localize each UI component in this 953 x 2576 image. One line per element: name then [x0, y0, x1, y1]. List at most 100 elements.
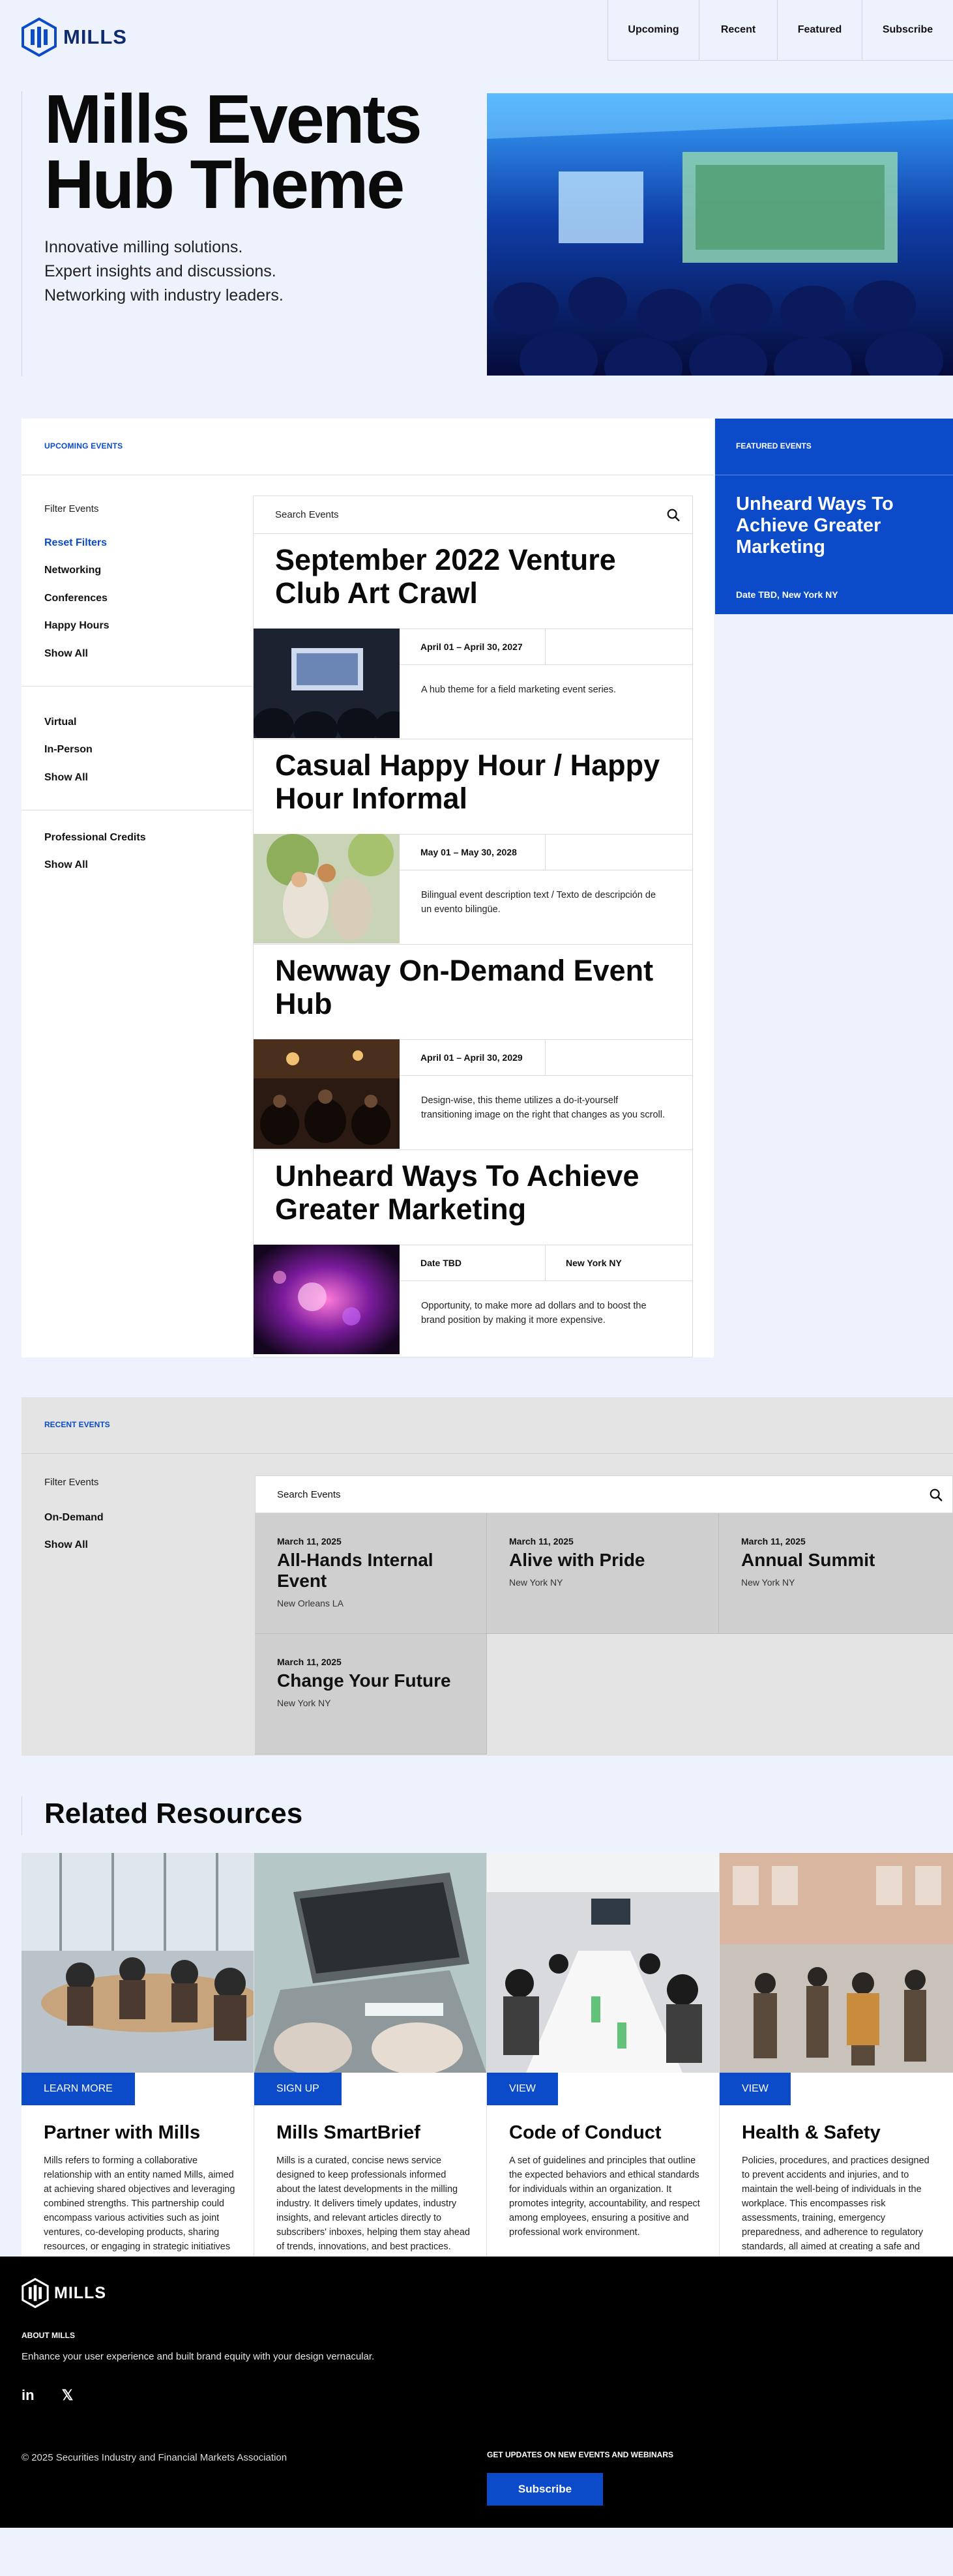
filter-virtual[interactable]: Virtual — [44, 717, 77, 728]
event-date: May 01 – May 30, 2028 — [420, 847, 517, 857]
event-date: Date TBD — [420, 1258, 462, 1268]
mills-logo-icon — [22, 18, 57, 57]
top-nav: Upcoming Recent Featured Subscribe — [608, 0, 953, 61]
learn-more-button[interactable]: LEARN MORE — [22, 2073, 135, 2105]
resource-image — [254, 1853, 486, 2073]
search-bar[interactable]: Search Events — [254, 496, 692, 534]
filter-networking[interactable]: Networking — [44, 565, 101, 576]
recent-label: RECENT EVENTS — [44, 1420, 110, 1429]
card-location: New Orleans LA — [277, 1598, 344, 1608]
filter-show-all[interactable]: Show All — [44, 859, 88, 871]
recent-event-card[interactable]: March 11, 2025 Change Your Future New Yo… — [255, 1634, 487, 1754]
card-title[interactable]: Change Your Future — [277, 1670, 473, 1691]
featured-title[interactable]: Unheard Ways To Achieve Greater Marketin… — [736, 494, 938, 558]
social-links: in 𝕏 — [22, 2387, 73, 2404]
divider — [545, 1245, 546, 1281]
upcoming-label: UPCOMING EVENTS — [44, 441, 123, 451]
filter-in-person[interactable]: In-Person — [44, 744, 93, 756]
upcoming-event-list: Search Events September 2022 Venture Clu… — [253, 496, 693, 1357]
card-title[interactable]: Annual Summit — [741, 1550, 937, 1571]
search-icon[interactable] — [929, 1488, 943, 1502]
nav-subscribe[interactable]: Subscribe — [862, 0, 953, 61]
recent-event-card[interactable]: March 11, 2025 Alive with Pride New York… — [487, 1513, 719, 1634]
event-image — [254, 629, 400, 738]
card-title[interactable]: Alive with Pride — [509, 1550, 705, 1571]
card-date: March 11, 2025 — [277, 1657, 342, 1667]
resource-title[interactable]: Mills SmartBrief — [276, 2122, 420, 2144]
event-item[interactable]: Casual Happy Hour / Happy Hour Informal … — [254, 739, 692, 945]
logo[interactable]: MILLS — [22, 18, 127, 57]
resource-title[interactable]: Code of Conduct — [509, 2122, 662, 2144]
view-button[interactable]: VIEW — [487, 2073, 558, 2105]
card-date: March 11, 2025 — [277, 1536, 342, 1547]
footer-tagline: Enhance your user experience and built b… — [22, 2351, 375, 2362]
recent-event-card[interactable]: March 11, 2025 Annual Summit New York NY — [719, 1513, 953, 1634]
upcoming-events: UPCOMING EVENTS FEATURED EVENTS Unheard … — [0, 419, 953, 1397]
divider — [545, 629, 546, 664]
hero-title-line2: Hub Theme — [44, 146, 405, 223]
divider — [22, 686, 252, 687]
filter-show-all[interactable]: Show All — [44, 648, 88, 660]
search-icon[interactable] — [666, 508, 681, 522]
featured-label: FEATURED EVENTS — [736, 441, 812, 451]
view-button[interactable]: VIEW — [720, 2073, 791, 2105]
event-location: New York NY — [566, 1258, 622, 1268]
event-description: A hub theme for a field marketing event … — [421, 685, 617, 695]
event-item[interactable]: Newway On-Demand Event Hub April 01 – Ap… — [254, 945, 692, 1150]
filter-on-demand[interactable]: On-Demand — [44, 1512, 104, 1524]
resource-title[interactable]: Health & Safety — [742, 2122, 881, 2144]
filter-happy-hours[interactable]: Happy Hours — [44, 620, 110, 632]
nav-featured[interactable]: Featured — [777, 0, 862, 61]
resource-card: VIEW Health & Safety Policies, procedure… — [720, 1853, 953, 2266]
resource-text: Policies, procedures, and practices desi… — [742, 2155, 930, 2266]
resource-title[interactable]: Partner with Mills — [44, 2122, 200, 2144]
hero-line: Innovative milling solutions. — [44, 238, 243, 256]
resource-card: SIGN UP Mills SmartBrief Mills is a cura… — [254, 1853, 487, 2257]
search-input[interactable]: Search Events — [275, 509, 339, 520]
event-title[interactable]: Newway On-Demand Event Hub — [275, 954, 673, 1020]
about-label: ABOUT MILLS — [22, 2331, 75, 2340]
recent-event-grid: Search Events March 11, 2025 All-Hands I… — [255, 1475, 953, 1756]
event-dates: April 01 – April 30, 2027 — [400, 629, 692, 665]
event-item[interactable]: Unheard Ways To Achieve Greater Marketin… — [254, 1150, 692, 1355]
event-date: April 01 – April 30, 2029 — [420, 1052, 523, 1063]
event-title[interactable]: Unheard Ways To Achieve Greater Marketin… — [275, 1159, 673, 1226]
copyright: © 2025 Securities Industry and Financial… — [22, 2452, 287, 2463]
site-header: MILLS Upcoming Recent Featured Subscribe — [0, 0, 953, 61]
footer-logo[interactable]: MILLS — [22, 2278, 106, 2308]
subscribe-button[interactable]: Subscribe — [487, 2473, 603, 2506]
resource-image — [487, 1853, 719, 2073]
logo-wordmark: MILLS — [63, 25, 127, 48]
search-input[interactable]: Search Events — [277, 1489, 341, 1500]
sign-up-button[interactable]: SIGN UP — [254, 2073, 342, 2105]
featured-meta: Date TBD, New York NY — [736, 589, 838, 600]
event-title[interactable]: Casual Happy Hour / Happy Hour Informal — [275, 748, 673, 815]
hero-image — [487, 93, 953, 376]
recent-event-card[interactable]: March 11, 2025 All-Hands Internal Event … — [255, 1513, 487, 1634]
nav-upcoming[interactable]: Upcoming — [608, 0, 699, 61]
nav-recent[interactable]: Recent — [699, 0, 777, 61]
x-twitter-icon[interactable]: 𝕏 — [62, 2387, 74, 2404]
filter-show-all[interactable]: Show All — [44, 772, 88, 784]
hero-line: Networking with industry leaders. — [44, 286, 284, 304]
recent-events: RECENT EVENTS Filter Events On-Demand Sh… — [0, 1397, 953, 1756]
card-date: March 11, 2025 — [741, 1536, 806, 1547]
linkedin-icon[interactable]: in — [22, 2387, 35, 2404]
resource-image — [720, 1853, 953, 2073]
resource-card: LEARN MORE Partner with Mills Mills refe… — [22, 1853, 254, 2266]
search-bar[interactable]: Search Events — [255, 1475, 953, 1513]
featured-events[interactable]: FEATURED EVENTS Unheard Ways To Achieve … — [715, 419, 953, 614]
divider — [545, 1040, 546, 1075]
filter-reset[interactable]: Reset Filters — [44, 537, 107, 549]
updates-label: GET UPDATES ON NEW EVENTS AND WEBINARS — [487, 2450, 674, 2459]
resource-card: VIEW Code of Conduct A set of guidelines… — [487, 1853, 720, 2257]
event-title[interactable]: September 2022 Venture Club Art Crawl — [275, 543, 673, 610]
filter-professional-credits[interactable]: Professional Credits — [44, 832, 146, 844]
divider — [545, 835, 546, 870]
event-date: April 01 – April 30, 2027 — [420, 642, 523, 652]
filter-conferences[interactable]: Conferences — [44, 593, 108, 604]
resource-image — [22, 1853, 254, 2073]
card-title[interactable]: All-Hands Internal Event — [277, 1550, 473, 1591]
event-item[interactable]: September 2022 Venture Club Art Crawl Ap… — [254, 534, 692, 739]
filter-show-all[interactable]: Show All — [44, 1539, 88, 1551]
